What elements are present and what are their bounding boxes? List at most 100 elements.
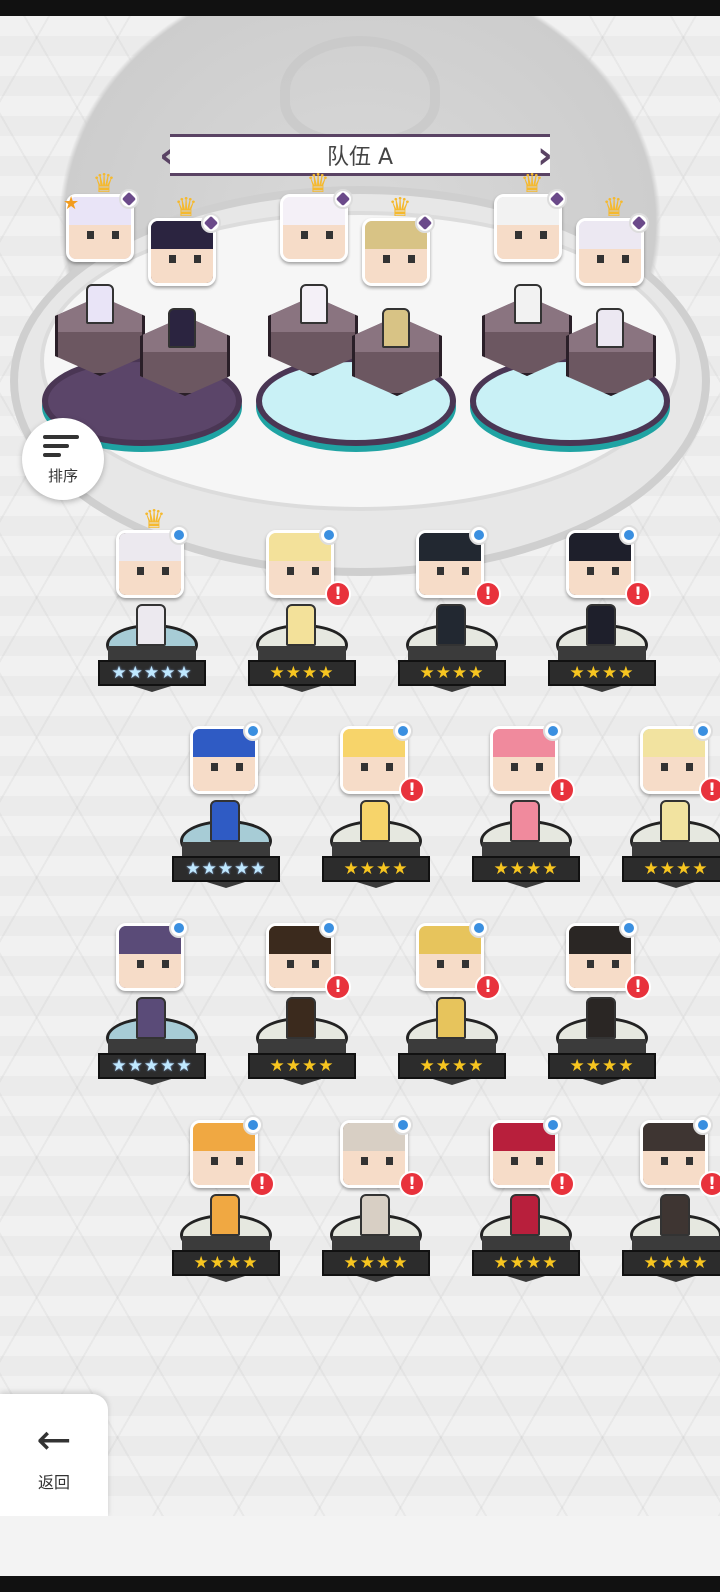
hero-portrait[interactable]: ♛ [116, 507, 189, 598]
crown-icon: ♛ [388, 193, 412, 223]
star-rating: ★★★★ [622, 856, 720, 882]
crown-icon: ♛ [602, 193, 626, 223]
hero-sprite [586, 604, 616, 646]
crown-icon: ♛ [306, 169, 330, 199]
hero-portrait[interactable]: ! [190, 1115, 275, 1197]
star-rating: ★★★★ [548, 660, 656, 686]
hero-portrait[interactable]: ! [266, 525, 351, 607]
hero-portrait[interactable]: ! [566, 525, 651, 607]
hero-unit[interactable]: ★★★★ [322, 800, 430, 920]
element-icon [415, 213, 435, 233]
hero-sprite [510, 1194, 540, 1236]
hero-sprite [360, 800, 390, 842]
alert-badge: ! [549, 777, 575, 803]
team-member-portrait[interactable]: ♛ ★ [63, 171, 139, 262]
element-icon [119, 189, 139, 209]
element-icon [693, 1115, 713, 1135]
hero-portrait[interactable]: ! [640, 721, 720, 803]
hero-unit[interactable]: ★★★★ [548, 997, 656, 1117]
hero-unit[interactable]: ★★★★ [248, 997, 356, 1117]
element-icon [629, 213, 649, 233]
hero-portrait[interactable]: ! [416, 525, 501, 607]
sort-label: 排序 [47, 466, 78, 485]
element-icon [547, 189, 567, 209]
hero-eyes [301, 231, 333, 239]
hero-portrait[interactable] [116, 918, 189, 991]
hero-unit[interactable]: ★★★★ [398, 997, 506, 1117]
hero-eyes [361, 1157, 393, 1165]
hero-unit[interactable]: ★★★★ [172, 1194, 280, 1314]
hero-unit[interactable]: ★★★★ [398, 604, 506, 724]
hero-portrait[interactable] [190, 721, 263, 794]
hero-portrait[interactable]: ! [340, 1115, 425, 1197]
hero-unit[interactable]: ★★★★ [472, 1194, 580, 1314]
hero-eyes [437, 567, 469, 575]
hero-unit[interactable]: ★★★★ [472, 800, 580, 920]
team-member-portrait[interactable]: ♛ [148, 195, 221, 286]
hero-unit[interactable]: ★★★★ [548, 604, 656, 724]
status-strip [0, 0, 720, 16]
hero-eyes [87, 231, 119, 239]
hero-eyes [437, 960, 469, 968]
element-icon [319, 918, 339, 938]
alert-badge: ! [549, 1171, 575, 1197]
crown-icon: ♛ [520, 169, 544, 199]
hero-unit[interactable]: ★★★★ [622, 800, 720, 920]
element-icon [243, 1115, 263, 1135]
hero-unit[interactable]: ★★★★ [622, 1194, 720, 1314]
hero-sprite [436, 604, 466, 646]
hero-unit[interactable]: ★★★★ [322, 1194, 430, 1314]
element-icon [543, 1115, 563, 1135]
star-rating: ★★★★ [472, 856, 580, 882]
element-icon [319, 525, 339, 545]
star-rating: ★★★★ [322, 856, 430, 882]
star-rating: ★★★★★ [98, 1053, 206, 1079]
alert-badge: ! [625, 974, 651, 1000]
hero-unit[interactable]: ★★★★★ [98, 604, 206, 724]
hero-eyes [661, 1157, 693, 1165]
team-member-sprite [514, 284, 542, 324]
alert-badge: ! [399, 777, 425, 803]
hero-portrait[interactable]: ! [340, 721, 425, 803]
alert-badge: ! [475, 581, 501, 607]
hero-portrait[interactable]: ! [640, 1115, 720, 1197]
team-member-portrait[interactable]: ♛ [362, 195, 435, 286]
star-rating: ★★★★ [548, 1053, 656, 1079]
hero-eyes [587, 567, 619, 575]
star-rating: ★★★★ [248, 660, 356, 686]
element-icon [243, 721, 263, 741]
star-rating: ★★★★ [172, 1250, 280, 1276]
crown-icon: ♛ [174, 193, 198, 223]
back-button[interactable]: ← 返回 [0, 1394, 108, 1516]
hero-eyes [211, 763, 243, 771]
hero-eyes [661, 763, 693, 771]
hero-eyes [511, 763, 543, 771]
star-rating: ★★★★ [622, 1250, 720, 1276]
team-member-portrait[interactable]: ♛ [494, 171, 567, 262]
alert-badge: ! [699, 777, 720, 803]
element-icon [619, 525, 639, 545]
alert-badge: ! [325, 974, 351, 1000]
hero-portrait[interactable]: ! [490, 1115, 575, 1197]
sort-button[interactable]: 排序 [22, 418, 104, 500]
hero-unit[interactable]: ★★★★★ [172, 800, 280, 920]
team-member-portrait[interactable]: ♛ [280, 171, 353, 262]
team-member-sprite [86, 284, 114, 324]
alert-badge: ! [625, 581, 651, 607]
hero-portrait[interactable]: ! [566, 918, 651, 1000]
hero-eyes [137, 567, 169, 575]
team-name: 队伍 A [326, 145, 394, 170]
crown-icon: ♛ [142, 505, 166, 535]
hero-unit[interactable]: ★★★★★ [98, 997, 206, 1117]
crown-icon: ♛ [92, 169, 116, 199]
element-icon [393, 721, 413, 741]
sort-icon [43, 433, 83, 461]
team-member-portrait[interactable]: ♛ [576, 195, 649, 286]
hero-unit[interactable]: ★★★★ [248, 604, 356, 724]
hero-portrait[interactable]: ! [266, 918, 351, 1000]
hero-portrait[interactable]: ! [490, 721, 575, 803]
back-label: 返回 [37, 1473, 70, 1492]
team-name-banner: 队伍 A [170, 134, 550, 176]
hero-sprite [660, 1194, 690, 1236]
hero-portrait[interactable]: ! [416, 918, 501, 1000]
